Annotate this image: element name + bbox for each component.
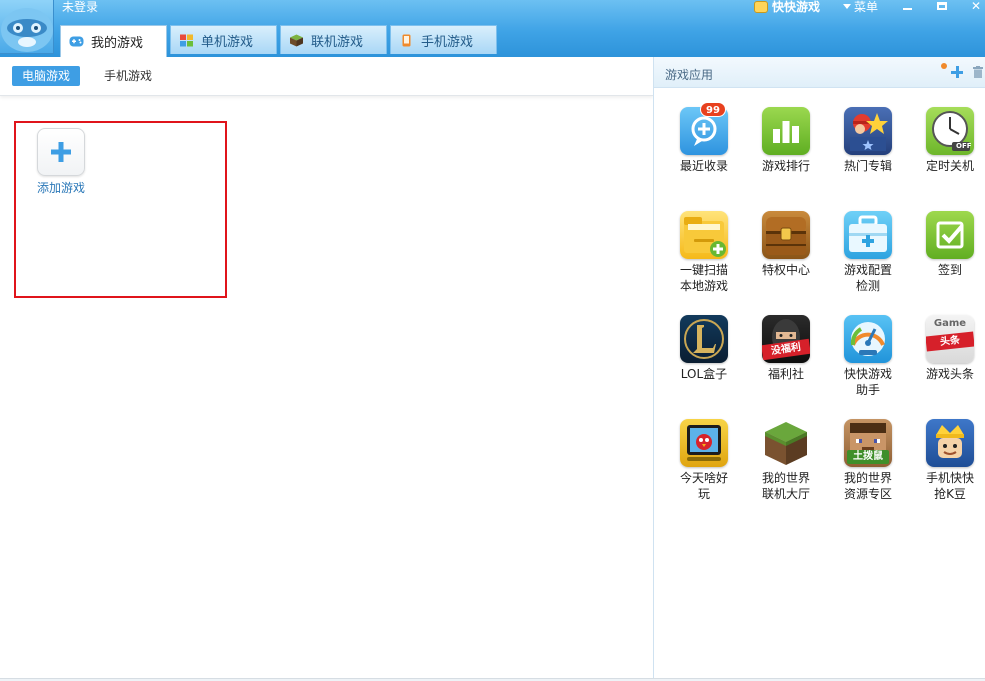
minimize-icon: [902, 8, 912, 10]
app-headlines[interactable]: Game 头条 游戏头条: [915, 315, 985, 382]
app-recent[interactable]: 99 最近收录: [669, 102, 739, 174]
login-status[interactable]: 未登录: [62, 0, 98, 14]
app-label: 我的世界 联机大厅: [761, 471, 810, 501]
tab-online[interactable]: 联机游戏: [280, 25, 387, 54]
hot-album-icon: [844, 107, 892, 155]
resource-tag: 土拨鼠: [847, 450, 889, 464]
app-config-check[interactable]: 游戏配置 检测: [833, 211, 903, 294]
headline-ribbon: 头条: [926, 331, 974, 352]
app-lol-box[interactable]: LOL盒子: [669, 315, 739, 382]
chevron-down-icon: [843, 4, 851, 9]
plus-icon: [51, 142, 71, 162]
minecraft-block-icon: [762, 419, 810, 467]
app-label: LOL盒子: [680, 367, 728, 381]
app-privilege-center[interactable]: 特权中心: [751, 211, 821, 278]
sub-tab-bar: 电脑游戏 手机游戏: [0, 57, 653, 96]
app-welfare[interactable]: 没福利 福利社: [751, 315, 821, 382]
app-label: 手机快快 抢K豆: [925, 471, 974, 501]
trash-icon[interactable]: [973, 66, 983, 78]
close-icon: ✕: [970, 0, 982, 13]
panel-header: 游戏应用: [654, 57, 985, 88]
app-label: 游戏头条: [925, 367, 974, 381]
app-label: 热门专辑: [843, 159, 892, 173]
brand-name: 快快游戏: [772, 0, 821, 14]
tab-label: 单机游戏: [201, 34, 254, 50]
notification-dot-icon: [941, 63, 947, 69]
gamepad-icon: [69, 36, 84, 47]
app-ranking[interactable]: 游戏排行: [751, 107, 821, 174]
lol-icon: [680, 315, 728, 363]
app-label: 快快游戏 助手: [843, 367, 892, 397]
add-game-tile[interactable]: [37, 128, 85, 176]
cube-icon: [290, 34, 303, 46]
checkin-icon: [926, 211, 974, 259]
game-text: Game: [933, 318, 967, 329]
tab-mobile[interactable]: 手机游戏: [390, 25, 497, 54]
maximize-icon: [937, 2, 947, 10]
app-label: 一键扫描 本地游戏: [679, 263, 728, 293]
menu-label: 菜单: [854, 0, 879, 14]
add-game-label: 添加游戏: [36, 181, 85, 195]
app-label: 最近收录: [679, 159, 728, 173]
app-minecraft-lobby[interactable]: 我的世界 联机大厅: [751, 419, 821, 502]
toolbox-icon: [844, 211, 892, 259]
app-label: 游戏配置 检测: [843, 263, 892, 293]
panel-title: 游戏应用: [665, 68, 714, 82]
tab-mobile-games[interactable]: 手机游戏: [94, 66, 162, 86]
angry-birds-icon: [680, 419, 728, 467]
title-bar: 未登录 快快游戏 菜单 ✕ 我的游戏 单机游戏 联机游戏 手机游戏: [0, 0, 985, 57]
user-avatar[interactable]: [0, 0, 54, 54]
menu-button[interactable]: 菜单: [843, 0, 879, 14]
treasure-chest-icon: [762, 211, 810, 259]
clock-off-text: OFF: [956, 142, 972, 150]
app-label: 我的世界 资源专区: [843, 471, 892, 501]
folder-scan-icon: [680, 211, 728, 259]
app-minecraft-resources[interactable]: 土拨鼠 我的世界 资源专区: [833, 419, 903, 502]
new-count-badge: 99: [700, 102, 726, 117]
minecraft-character-icon: 土拨鼠: [844, 419, 892, 467]
welfare-icon: 没福利: [762, 315, 810, 363]
app-label: 游戏排行: [761, 159, 810, 173]
app-mobile-kdou[interactable]: 手机快快 抢K豆: [915, 419, 985, 502]
close-button[interactable]: ✕: [965, 0, 985, 12]
app-hot-album[interactable]: 热门专辑: [833, 107, 903, 174]
tab-label: 联机游戏: [311, 34, 364, 50]
grid-icon: [180, 34, 193, 46]
gauge-icon: [844, 315, 892, 363]
add-game-button[interactable]: 添加游戏: [34, 128, 88, 196]
tab-my-games[interactable]: 我的游戏: [60, 25, 167, 57]
clock-icon: OFF: [926, 107, 974, 155]
tab-single-player[interactable]: 单机游戏: [170, 25, 277, 54]
tab-label: 我的游戏: [91, 36, 144, 51]
brand: 快快游戏: [754, 0, 821, 14]
phone-icon: [402, 34, 411, 46]
tab-label: 手机游戏: [421, 34, 474, 50]
app-label: 今天啥好 玩: [679, 471, 728, 501]
brand-logo-icon: [754, 0, 768, 13]
game-apps-panel: 游戏应用 99 最近收录 游戏排行 热门专辑 OFF 定时关机 一键扫描 本地游…: [653, 57, 985, 679]
app-what-to-play[interactable]: 今天啥好 玩: [669, 419, 739, 502]
minimize-button[interactable]: [896, 0, 918, 12]
app-timer-shutdown[interactable]: OFF 定时关机: [915, 107, 985, 174]
maximize-button[interactable]: [931, 0, 953, 12]
headline-icon: Game 头条: [926, 315, 974, 363]
king-icon: [926, 419, 974, 467]
app-scan-local[interactable]: 一键扫描 本地游戏: [669, 211, 739, 294]
ranking-icon: [762, 107, 810, 155]
app-checkin[interactable]: 签到: [915, 211, 985, 278]
app-label: 定时关机: [925, 159, 974, 173]
add-app-button[interactable]: [950, 65, 964, 79]
app-label: 签到: [937, 263, 962, 277]
app-label: 福利社: [767, 367, 804, 381]
raccoon-mascot-icon: [1, 8, 53, 52]
tab-pc-games[interactable]: 电脑游戏: [12, 66, 81, 86]
app-label: 特权中心: [761, 263, 810, 277]
app-assistant[interactable]: 快快游戏 助手: [833, 315, 903, 398]
